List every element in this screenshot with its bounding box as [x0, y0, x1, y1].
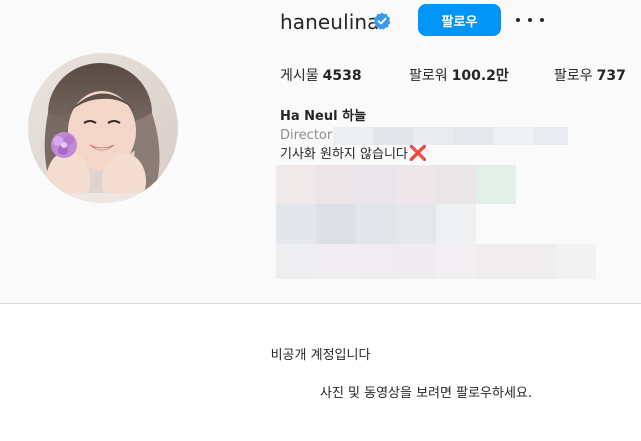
followers-value: 100.2만	[451, 68, 509, 84]
profile-username: haneulina	[280, 10, 380, 34]
pixel-mosaic	[276, 165, 596, 279]
more-dot	[540, 18, 544, 22]
posts-count-stat: 게시물 4538	[280, 66, 362, 86]
profile-avatar[interactable]	[28, 53, 178, 203]
pixel-mosaic	[333, 127, 568, 145]
redacted-bio-content	[276, 165, 596, 279]
following-count-stat[interactable]: 팔로우 737	[554, 66, 626, 86]
following-value: 737	[596, 68, 626, 84]
profile-full-name: Ha Neul 하늘	[280, 109, 367, 124]
more-options-icon[interactable]	[516, 10, 544, 30]
profile-category: Director	[280, 128, 333, 143]
verified-badge-icon	[373, 12, 391, 30]
profile-bio-line: 기사화 원하지 않습니다❌	[280, 144, 428, 164]
following-label: 팔로우	[554, 68, 593, 84]
redacted-category-text	[333, 127, 568, 145]
cross-mark-icon: ❌	[408, 144, 428, 162]
posts-label: 게시물	[280, 68, 319, 84]
more-dot	[528, 18, 532, 22]
followers-count-stat[interactable]: 팔로워 100.2만	[409, 66, 509, 86]
more-dot	[516, 18, 520, 22]
bio-text: 기사화 원하지 않습니다	[280, 147, 408, 162]
posts-value: 4538	[322, 68, 362, 84]
followers-label: 팔로워	[409, 68, 448, 84]
private-account-title: 비공개 계정입니다	[270, 348, 371, 363]
private-account-description: 사진 및 동영상을 보려면 팔로우하세요.	[319, 386, 533, 401]
avatar-image	[28, 53, 178, 203]
follow-button[interactable]: 팔로우	[418, 4, 501, 36]
private-account-section	[0, 304, 641, 441]
